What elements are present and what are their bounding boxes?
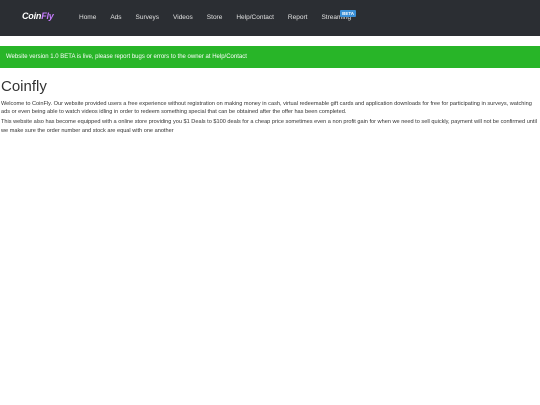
nav-report[interactable]: Report	[281, 0, 315, 36]
beta-alert-banner: Website version 1.0 BETA is live, please…	[0, 46, 540, 68]
nav-videos[interactable]: Videos	[166, 0, 200, 36]
brand-logo[interactable]: CoinFly	[22, 11, 54, 21]
top-navbar: CoinFly Home Ads Surveys Videos Store He…	[0, 0, 540, 36]
main-nav: Home Ads Surveys Videos Store Help/Conta…	[72, 0, 358, 36]
page-title: Coinfly	[1, 78, 47, 95]
alert-text: Website version 1.0 BETA is live, please…	[6, 54, 247, 60]
brand-logo-main: Coin	[22, 11, 42, 21]
nav-help-contact[interactable]: Help/Contact	[229, 0, 281, 36]
nav-store[interactable]: Store	[200, 0, 230, 36]
store-paragraph: This website also has become equipped wi…	[1, 119, 537, 134]
intro-paragraph: Welcome to CoinFly. Our website provided…	[1, 101, 532, 116]
beta-badge: BETA	[340, 10, 357, 17]
nav-ads[interactable]: Ads	[103, 0, 128, 36]
nav-surveys[interactable]: Surveys	[129, 0, 166, 36]
brand-logo-accent: Fly	[41, 11, 54, 21]
nav-home[interactable]: Home	[72, 0, 103, 36]
nav-streaming[interactable]: Streaming BETA	[314, 0, 358, 36]
main-content: Coinfly Welcome to CoinFly. Our website …	[1, 78, 537, 137]
